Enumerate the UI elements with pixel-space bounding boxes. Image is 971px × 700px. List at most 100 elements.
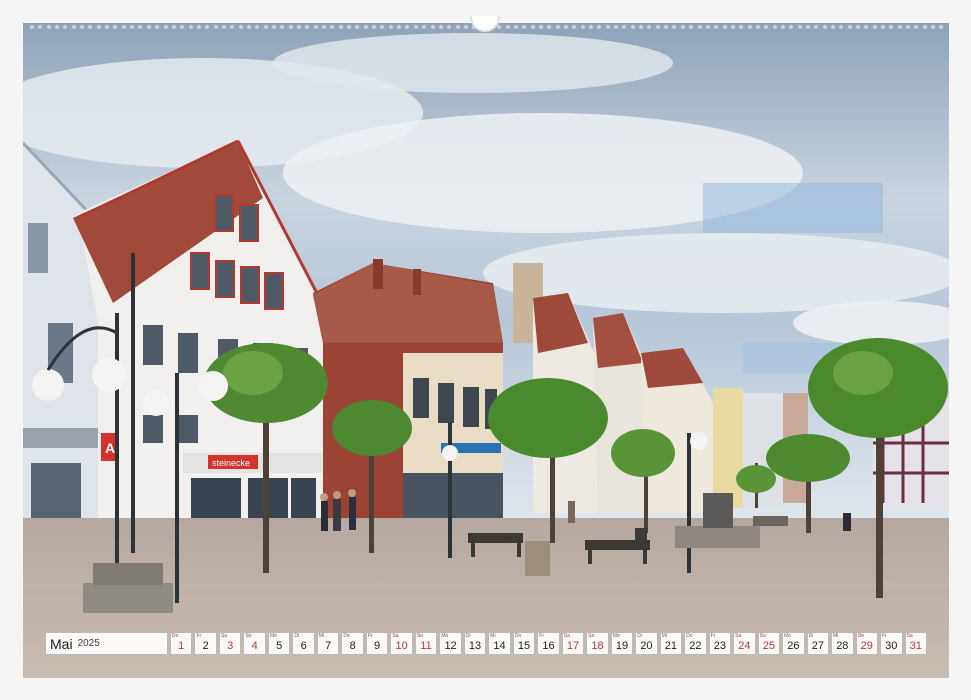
- binding-hole: [555, 25, 560, 29]
- calendar-day-cell: Fr 23: [708, 632, 732, 655]
- weekday-label: Fr: [196, 633, 202, 639]
- day-number: 19: [615, 640, 629, 652]
- binding-hole: [438, 25, 443, 29]
- binding-hole: [246, 25, 251, 29]
- binding-hole: [80, 25, 85, 29]
- binding-hole: [505, 25, 510, 29]
- weekday-label: Fr: [367, 633, 373, 639]
- binding-hole: [614, 25, 619, 29]
- binding-hole: [689, 25, 694, 29]
- calendar-day-cell: Di 13: [463, 632, 487, 655]
- weekday-label: So: [245, 633, 252, 639]
- binding-hole: [205, 25, 210, 29]
- binding-hole: [872, 25, 877, 29]
- binding-hole: [322, 25, 327, 29]
- calendar-day-cell: Do 8: [341, 632, 364, 655]
- day-number: 24: [738, 640, 751, 652]
- binding-hole: [447, 25, 452, 29]
- binding-hole: [230, 25, 235, 29]
- binding-hole: [697, 25, 702, 29]
- binding-hole: [380, 25, 385, 29]
- binding-hole: [730, 25, 735, 29]
- binding-hole: [221, 25, 226, 29]
- binding-hole: [647, 25, 652, 29]
- weekday-label: Di: [294, 633, 300, 639]
- binding-hole: [572, 25, 577, 29]
- binding-hole: [138, 25, 143, 29]
- binding-hole: [497, 25, 502, 29]
- weekday-label: Di: [808, 633, 814, 639]
- day-number: 23: [713, 640, 727, 652]
- binding-hole: [864, 25, 869, 29]
- day-number: 31: [909, 640, 922, 652]
- binding-hole: [906, 25, 911, 29]
- binding-hole: [914, 25, 919, 29]
- calendar-day-cell: Sa 10: [390, 632, 413, 655]
- day-number: 3: [227, 640, 234, 652]
- binding-hole: [288, 25, 293, 29]
- binding-hole: [714, 25, 719, 29]
- binding-hole: [856, 25, 861, 29]
- weekday-label: Do: [172, 633, 179, 639]
- blue-sky-patch: [703, 183, 883, 233]
- binding-hole: [38, 25, 43, 29]
- weekday-label: Mi: [318, 633, 325, 639]
- calendar-day-cell: Mo 12: [439, 632, 462, 655]
- binding-hole: [780, 25, 785, 29]
- binding-hole: [238, 25, 243, 29]
- day-number: 18: [591, 640, 604, 652]
- binding-hole: [664, 25, 669, 29]
- calendar-day-cell: Fr 2: [194, 632, 217, 655]
- binding-hole: [755, 25, 760, 29]
- binding-hole: [347, 25, 352, 29]
- binding-hole: [355, 25, 360, 29]
- day-number: 15: [517, 640, 531, 652]
- binding-hole: [430, 25, 435, 29]
- binding-hole: [547, 25, 552, 29]
- binding-hole: [522, 25, 527, 29]
- binding-hole: [805, 25, 810, 29]
- calendar-day-cell: Mo 19: [610, 632, 634, 655]
- town-square-photo: steinecke A: [23, 23, 949, 678]
- weekday-label: Di: [637, 633, 642, 639]
- binding-hole: [280, 25, 285, 29]
- cloud: [273, 33, 673, 93]
- day-number: 27: [811, 640, 824, 652]
- binding-hole: [188, 25, 193, 29]
- binding-hole: [814, 25, 819, 29]
- binding-hole: [847, 25, 852, 29]
- binding-hole: [397, 25, 402, 29]
- calendar-day-cell: So 25: [757, 632, 781, 655]
- weekday-label: Mi: [833, 633, 839, 639]
- binding-hole: [330, 25, 335, 29]
- shop-sign: steinecke: [212, 458, 250, 468]
- binding-hole: [30, 25, 34, 29]
- day-number: 16: [542, 640, 555, 652]
- binding-hole: [255, 25, 260, 29]
- calendar-day-cell: Mi 21: [659, 632, 683, 655]
- binding-hole: [922, 25, 927, 29]
- binding-hole: [180, 25, 185, 29]
- calendar-day-cell: So 18: [586, 632, 609, 655]
- weekday-label: Fr: [710, 633, 716, 639]
- day-number: 11: [420, 640, 432, 652]
- binding-hole: [580, 25, 585, 29]
- binding-hole: [305, 25, 310, 29]
- weekday-label: Sa: [392, 633, 399, 639]
- day-number: 5: [276, 640, 283, 652]
- binding-hole: [881, 25, 886, 29]
- day-number: 7: [325, 640, 332, 652]
- calendar-day-cell: Sa 31: [904, 632, 928, 655]
- binding-hole: [789, 25, 794, 29]
- binding-hole: [196, 25, 201, 29]
- binding-hole: [96, 25, 101, 29]
- binding-hole: [46, 25, 51, 29]
- weekday-label: Mo: [784, 633, 792, 639]
- binding-hole: [630, 25, 635, 29]
- binding-hole: [372, 25, 377, 29]
- binding-hole: [889, 25, 894, 29]
- binding-hole: [764, 25, 769, 29]
- binding-hole: [113, 25, 118, 29]
- binding-hole: [63, 25, 68, 29]
- calendar-day-cell: Di 20: [635, 632, 658, 655]
